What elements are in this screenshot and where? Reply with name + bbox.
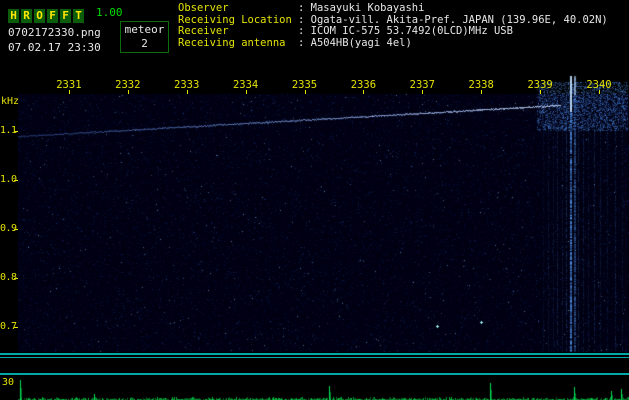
signal-meter-canvas <box>18 375 629 400</box>
station-info-label: Observer <box>178 2 229 14</box>
station-info-row: Receiving antenna : A504HB(yagi 4el) <box>178 36 608 50</box>
station-info-value: : Masayuki Kobayashi <box>298 2 425 14</box>
output-filename: 0702172330.png <box>8 26 101 39</box>
hrofft-window: HROFFT 1.00 0702172330.png 07.02.17 23:3… <box>0 0 629 400</box>
app-title-letter: R <box>21 9 32 23</box>
meteor-count-label: meteor <box>124 23 165 36</box>
x-tick-mark <box>304 90 306 94</box>
x-tick-mark <box>540 90 542 94</box>
y-tick-mark <box>14 180 18 181</box>
x-tick-mark <box>481 90 483 94</box>
y-tick-mark <box>14 327 18 328</box>
app-title-letter: F <box>60 9 71 23</box>
x-tick-mark <box>68 90 70 94</box>
meter-scale-label: 30 <box>2 377 15 388</box>
app-version-label: 1.00 <box>96 6 123 19</box>
capture-datetime: 07.02.17 23:30 <box>8 41 101 54</box>
y-tick-mark <box>14 229 18 230</box>
x-tick-mark <box>186 90 188 94</box>
station-info-value: : Ogata-vill. Akita-Pref. JAPAN (139.96E… <box>298 13 608 26</box>
separator-line-top <box>0 353 629 355</box>
y-axis-unit-label: kHz <box>1 96 20 107</box>
meteor-count-value: 2 <box>141 37 148 50</box>
app-title-letter: H <box>8 9 19 23</box>
x-tick-mark <box>127 90 129 94</box>
app-title-letter: F <box>47 9 58 23</box>
x-tick-mark <box>363 90 365 94</box>
station-info-label: Receiver <box>178 25 229 37</box>
x-tick-mark <box>599 90 600 94</box>
app-title-letter: O <box>34 9 45 23</box>
x-tick-mark <box>245 90 247 94</box>
station-info-table: Observer: Masayuki Kobayashi Receiving Lo… <box>178 2 608 50</box>
app-title: HROFFT <box>8 4 86 23</box>
x-tick-mark <box>422 90 424 94</box>
station-info-value: : ICOM IC-575 53.7492(0LCD)MHz USB <box>298 25 513 37</box>
y-tick-mark <box>14 278 18 279</box>
app-title-letter: T <box>73 9 84 23</box>
separator-line-middle <box>0 357 629 358</box>
station-info-value: : A504HB(yagi 4el) <box>298 36 412 49</box>
station-info-label: Receiving antenna <box>178 36 286 49</box>
y-tick-mark <box>14 131 18 132</box>
separator-line-bottom <box>0 373 629 375</box>
meteor-counter-box: meteor 2 <box>120 21 169 53</box>
spectrogram-canvas <box>18 70 629 353</box>
